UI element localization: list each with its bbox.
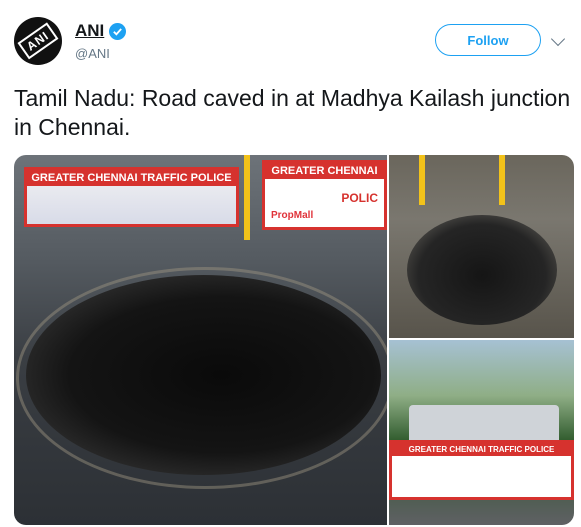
banner-title: GREATER CHENNAI [265, 163, 384, 179]
barricade-post [499, 155, 505, 205]
barricade: GREATER CHENNAI TRAFFIC POLICE [389, 440, 574, 500]
barricade-title: GREATER CHENNAI TRAFFIC POLICE [392, 443, 571, 456]
banner-traffic-police: GREATER CHENNAI TRAFFIC POLICE [24, 167, 239, 227]
photo-bottom-right-barricade[interactable]: GREATER CHENNAI TRAFFIC POLICE [389, 340, 574, 525]
sinkhole [407, 215, 557, 325]
author-row: ANI [75, 21, 127, 41]
banner-police: POLIC [341, 191, 378, 205]
photo-main-sinkhole[interactable]: GREATER CHENNAI TRAFFIC POLICE GREATER C… [14, 155, 387, 525]
banner-greater-chennai: GREATER CHENNAI POLIC PropMall [262, 160, 387, 230]
chevron-down-icon[interactable] [550, 31, 566, 47]
verified-badge-icon [109, 22, 127, 40]
sinkhole [26, 275, 381, 475]
tweet-text: Tamil Nadu: Road caved in at Madhya Kail… [14, 85, 571, 140]
banner-left-text: GREATER CHENNAI TRAFFIC POLICE [27, 170, 236, 186]
photo-top-right-sinkhole[interactable] [389, 155, 574, 338]
barricade-post [244, 155, 250, 240]
author-handle[interactable]: @ANI [75, 46, 110, 61]
author-name[interactable]: ANI [75, 21, 104, 41]
media-grid: GREATER CHENNAI TRAFFIC POLICE GREATER C… [14, 155, 574, 525]
avatar[interactable]: ANI [14, 17, 62, 65]
follow-button[interactable]: Follow [435, 24, 541, 56]
avatar-logo-text: ANI [17, 22, 59, 60]
sponsor-label: PropMall [271, 210, 314, 221]
barricade-post [419, 155, 425, 205]
